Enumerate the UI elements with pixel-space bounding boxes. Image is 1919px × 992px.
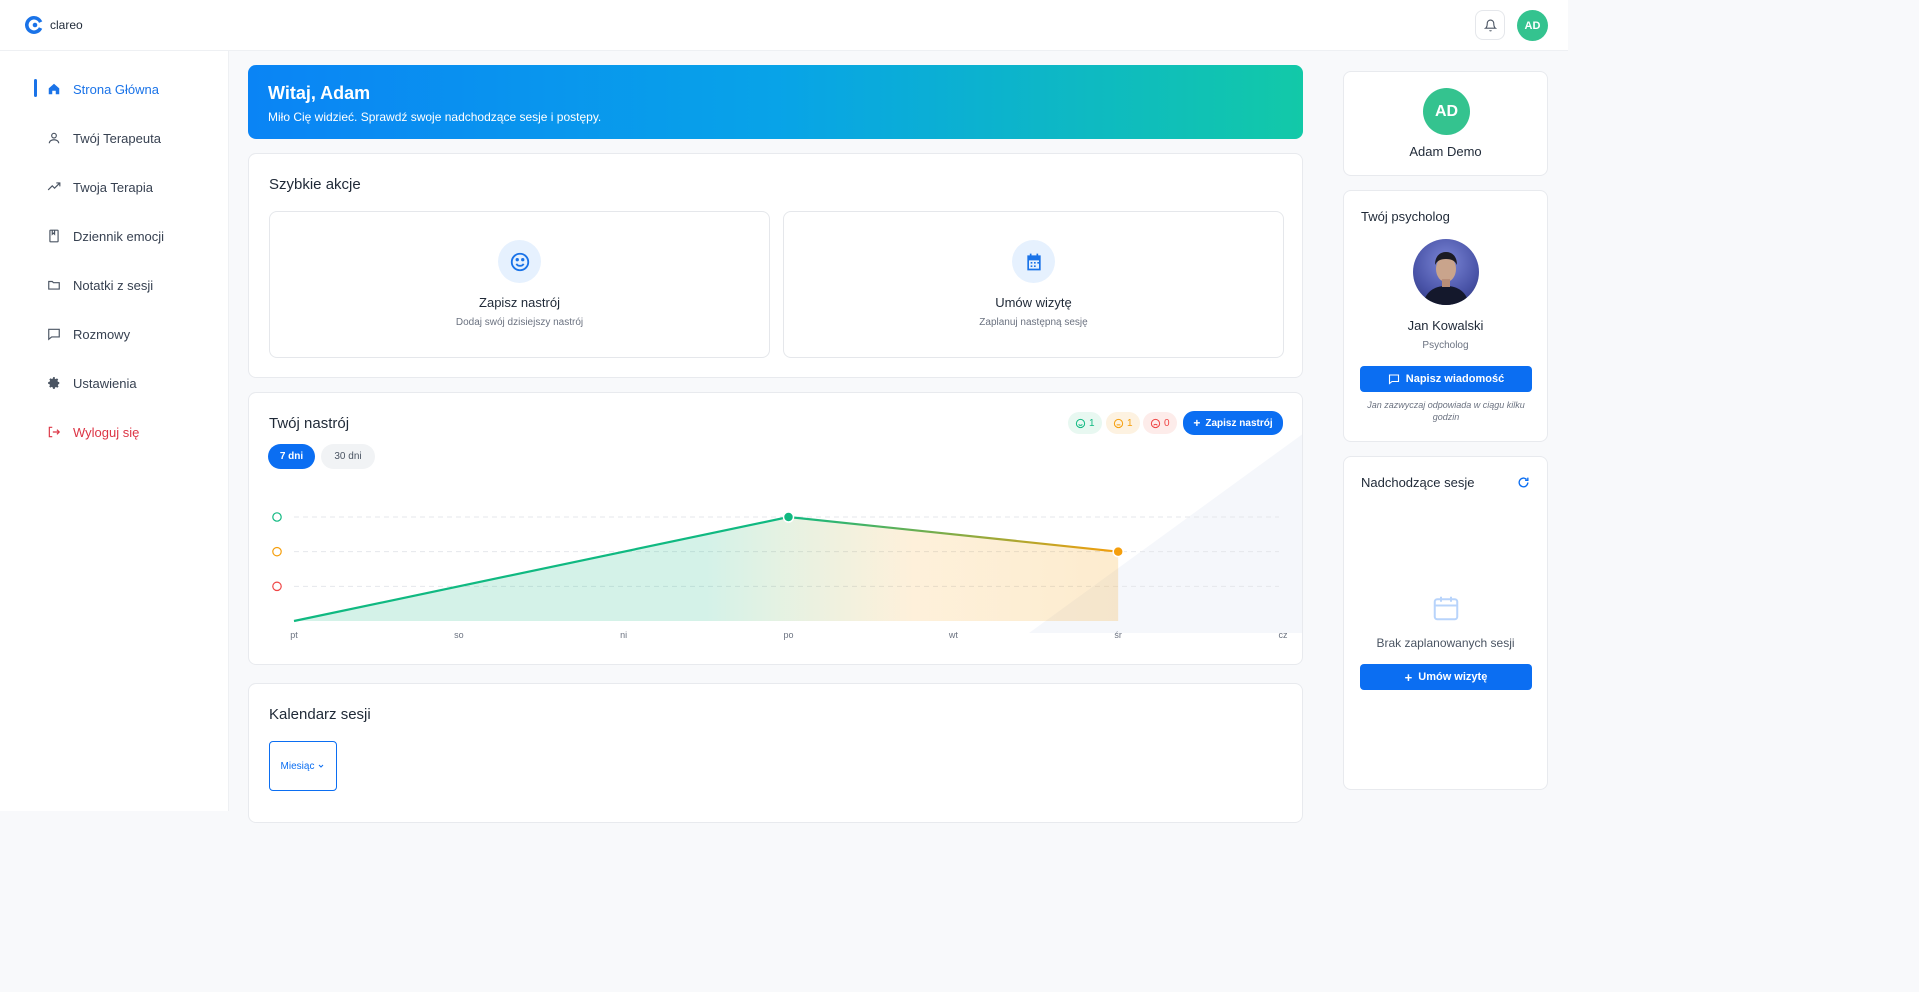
sad-face-icon <box>1150 418 1161 428</box>
profile-avatar: AD <box>1423 88 1470 135</box>
sidebar-item-conversations[interactable]: Rozmowy <box>34 323 130 345</box>
mood-count-bad: 0 <box>1143 412 1177 434</box>
book-visit-button[interactable]: + Umów wizytę <box>1360 664 1532 690</box>
welcome-banner: Witaj, Adam Miło Cię widzieć. Sprawdź sw… <box>248 65 1303 139</box>
sidebar-item-label: Notatki z sesji <box>73 277 154 293</box>
sessions-title: Nadchodzące sesje <box>1361 475 1475 490</box>
calendar-title: Kalendarz sesji <box>269 706 371 723</box>
book-visit-action[interactable]: Umów wizytę Zaplanuj następną sesję <box>783 211 1284 358</box>
folder-icon <box>47 278 61 292</box>
x-tick-label: cz <box>1279 630 1289 640</box>
calendar-empty-icon <box>1433 596 1459 621</box>
sidebar-item-label: Twój Terapeuta <box>73 130 161 146</box>
neutral-face-icon <box>1113 418 1124 428</box>
action-title: Zapisz nastrój <box>479 295 560 310</box>
psychologist-card: Twój psycholog Jan Kowalski Psycholog Na… <box>1343 190 1548 442</box>
sidebar-item-therapist[interactable]: Twój Terapeuta <box>34 127 161 149</box>
x-tick-label: wt <box>948 630 958 640</box>
profile-name: Adam Demo <box>1409 144 1482 159</box>
gear-icon <box>47 376 61 390</box>
logo[interactable]: clareo <box>24 15 83 35</box>
happy-face-icon <box>1075 418 1086 428</box>
sidebar-item-logout[interactable]: Wyloguj się <box>34 421 139 443</box>
mood-area <box>294 517 1119 621</box>
welcome-title: Witaj, Adam <box>268 83 371 103</box>
sidebar-item-journal[interactable]: Dziennik emocji <box>34 225 164 247</box>
response-time-note: Jan zazwyczaj odpowiada w ciągu kilku go… <box>1367 400 1525 423</box>
mood-count-neutral: 1 <box>1106 412 1140 434</box>
user-icon <box>47 131 61 145</box>
neutral-face-icon <box>272 546 282 557</box>
mood-chart: pt so ni po wt śr cz <box>272 511 1289 640</box>
welcome-subtitle: Miło Cię widzieć. Sprawdź swoje nadchodz… <box>268 110 602 124</box>
log-mood-action[interactable]: Zapisz nastrój Dodaj swój dzisiejszy nas… <box>269 211 770 358</box>
x-tick-label: ni <box>620 630 627 640</box>
x-tick-label: śr <box>1114 630 1122 640</box>
logout-icon <box>47 425 61 439</box>
mood-point <box>782 511 795 523</box>
chat-icon <box>47 327 61 341</box>
top-bar: clareo AD <box>0 0 1568 51</box>
send-message-button[interactable]: Napisz wiadomość <box>1360 366 1532 392</box>
sidebar-item-label: Dziennik emocji <box>73 228 165 244</box>
action-subtitle: Zaplanuj następną sesję <box>979 317 1088 328</box>
sidebar-item-home[interactable]: Strona Główna <box>34 78 159 100</box>
action-subtitle: Dodaj swój dzisiejszy nastrój <box>455 317 584 328</box>
bell-icon <box>1483 19 1497 31</box>
chevron-down-icon <box>319 764 324 768</box>
trend-icon <box>47 180 61 194</box>
calendar-view-select[interactable]: Miesiąc <box>269 741 337 791</box>
sidebar-item-label: Wyloguj się <box>73 424 140 440</box>
no-sessions-text: Brak zaplanowanych sesji <box>1376 636 1515 650</box>
book-icon <box>47 229 61 243</box>
add-mood-button[interactable]: + Zapisz nastrój <box>1183 411 1283 435</box>
sidebar-item-settings[interactable]: Ustawienia <box>34 372 137 394</box>
quick-actions-card: Szybkie akcje Zapisz nastrój Dodaj swój … <box>248 153 1303 378</box>
person-portrait-icon <box>1423 252 1469 305</box>
sidebar: Strona Główna Twój Terapeuta Twoja Terap… <box>0 51 229 811</box>
smile-icon <box>498 240 541 283</box>
x-tick-label: pt <box>290 630 298 640</box>
sidebar-item-label: Ustawienia <box>73 375 137 391</box>
user-avatar[interactable]: AD <box>1517 10 1548 41</box>
psychologist-photo <box>1413 239 1479 305</box>
refresh-icon[interactable] <box>1517 476 1530 489</box>
quick-actions-title: Szybkie akcje <box>269 176 361 193</box>
home-icon <box>47 82 61 96</box>
sidebar-item-label: Twoja Terapia <box>73 179 153 195</box>
psychologist-role: Psycholog <box>1422 340 1469 351</box>
range-30-days[interactable]: 30 dni <box>321 444 375 469</box>
sidebar-item-notes[interactable]: Notatki z sesji <box>34 274 153 296</box>
x-tick-label: so <box>454 630 464 640</box>
clareo-logo-icon <box>24 15 43 34</box>
profile-card: AD Adam Demo <box>1343 71 1548 176</box>
plus-icon: + <box>1193 416 1201 430</box>
upcoming-sessions-card: Nadchodzące sesje Brak zaplanowanych ses… <box>1343 456 1548 790</box>
sidebar-item-label: Rozmowy <box>73 326 131 342</box>
mood-count-good: 1 <box>1068 412 1102 434</box>
sidebar-item-label: Strona Główna <box>73 81 159 97</box>
notifications-button[interactable] <box>1475 10 1505 40</box>
sidebar-item-therapy[interactable]: Twoja Terapia <box>34 176 153 198</box>
mood-point <box>1112 545 1124 558</box>
sad-face-icon <box>272 581 282 592</box>
chat-icon <box>1388 374 1399 385</box>
calendar-icon <box>1012 240 1055 283</box>
psychologist-name: Jan Kowalski <box>1407 318 1484 333</box>
psychologist-title: Twój psycholog <box>1361 209 1450 224</box>
happy-face-icon <box>272 512 282 522</box>
mood-title: Twój nastrój <box>269 415 350 432</box>
x-tick-label: po <box>783 630 793 640</box>
calendar-card: Kalendarz sesji Miesiąc <box>248 683 1303 823</box>
plus-icon: + <box>1404 669 1413 685</box>
action-title: Umów wizytę <box>995 295 1072 310</box>
range-7-days[interactable]: 7 dni <box>268 444 315 469</box>
app-name: clareo <box>50 18 83 32</box>
